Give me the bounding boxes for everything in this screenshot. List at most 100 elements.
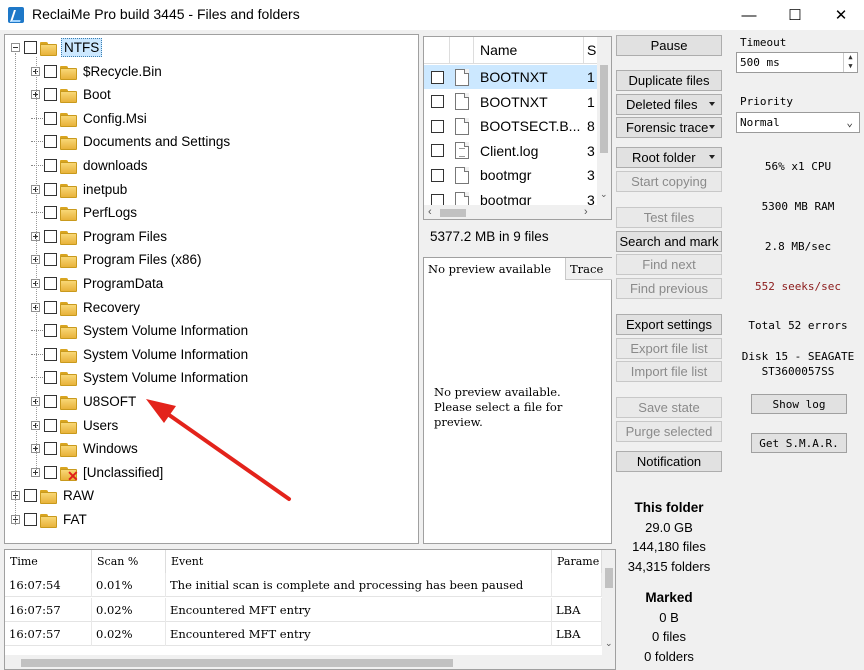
file-checkbox[interactable] (431, 119, 444, 133)
log-vscroll[interactable]: ⌄ (602, 550, 615, 655)
tree-item[interactable]: System Volume Information (31, 343, 250, 366)
forensic-trace-dropdown[interactable]: Forensic trace (616, 117, 722, 138)
tree-item[interactable]: Documents and Settings (31, 130, 232, 153)
tree-checkbox[interactable] (44, 418, 57, 432)
file-row[interactable]: Client.log 3 (424, 139, 599, 163)
event-log[interactable]: Time Scan % Event Parame 16:07:54 0.01% Th… (4, 549, 616, 670)
maximize-button[interactable]: ☐ (772, 0, 818, 30)
file-row[interactable]: bootmgr 3 (424, 163, 599, 187)
tab-trace[interactable]: Trace (565, 258, 612, 280)
tree-checkbox[interactable] (44, 371, 57, 385)
tree-checkbox[interactable] (44, 88, 57, 102)
tree-item[interactable]: PerfLogs (31, 201, 139, 224)
tree-item[interactable]: U8SOFT (31, 390, 138, 413)
tree-item[interactable]: Program Files (31, 225, 169, 248)
tree-checkbox[interactable] (44, 206, 57, 220)
tree-item[interactable]: Boot (31, 83, 113, 106)
folder-tree[interactable]: NTFS $Recycle.Bin Boot Config.Msi Documents … (4, 34, 419, 544)
search-and-mark-button[interactable]: Search and mark (616, 231, 722, 252)
tree-checkbox[interactable] (24, 489, 37, 503)
tree-checkbox[interactable] (44, 64, 57, 78)
collapse-icon[interactable] (11, 43, 20, 52)
file-list-vscroll[interactable]: ⌄ (597, 37, 611, 205)
tree-checkbox[interactable] (44, 229, 57, 243)
scroll-down-icon[interactable]: ⌄ (605, 638, 613, 649)
tree-item[interactable]: System Volume Information (31, 319, 250, 342)
tree-item[interactable]: Config.Msi (31, 107, 149, 130)
tree-checkbox[interactable] (24, 41, 37, 54)
tree-checkbox[interactable] (44, 300, 57, 314)
scroll-down-icon[interactable]: ⌄ (600, 189, 608, 200)
priority-select[interactable]: Normal ⌄ (736, 112, 860, 133)
tree-item[interactable]: inetpub (31, 178, 129, 201)
file-row[interactable]: BOOTSECT.B... 8 (424, 114, 599, 138)
file-list[interactable]: Name S BOOTNXT 1 BOOTNXT 1 BOOTSECT.B... 8 Cli… (423, 36, 612, 220)
timeout-spinner[interactable]: 500 ms ▲ ▼ (736, 52, 858, 73)
tree-item[interactable]: Windows (31, 437, 140, 460)
tree-checkbox[interactable] (44, 324, 57, 338)
tree-checkbox[interactable] (44, 182, 57, 196)
export-file-list-button[interactable]: Export file list (616, 338, 722, 359)
tree-checkbox[interactable] (44, 159, 57, 172)
file-checkbox[interactable] (431, 95, 444, 109)
tree-item[interactable]: NTFS (11, 36, 103, 59)
spinner-arrows-icon[interactable]: ▲ ▼ (843, 53, 857, 72)
tree-item[interactable]: FAT (11, 508, 89, 531)
file-checkbox[interactable] (431, 144, 444, 158)
pause-button[interactable]: Pause (616, 35, 722, 56)
minimize-button[interactable]: — (726, 0, 772, 30)
duplicate-files-button[interactable]: Duplicate files (616, 70, 722, 91)
tab-preview[interactable]: No preview available (424, 258, 565, 280)
scroll-right-icon[interactable]: › (584, 206, 588, 218)
tree-item[interactable]: downloads (31, 154, 150, 177)
tree-checkbox[interactable] (24, 513, 37, 526)
column-header-name[interactable]: Name (474, 37, 584, 64)
show-log-button[interactable]: Show log (751, 394, 847, 414)
log-row[interactable]: 16:07:57 0.02% Encountered MFT entry LBA (5, 622, 602, 646)
test-files-button[interactable]: Test files (616, 207, 722, 228)
save-state-button[interactable]: Save state (616, 397, 722, 418)
find-next-button[interactable]: Find next (616, 254, 722, 275)
deleted-files-dropdown[interactable]: Deleted files (616, 94, 722, 115)
tree-item[interactable]: Program Files (x86) (31, 248, 204, 271)
find-previous-button[interactable]: Find previous (616, 278, 722, 299)
start-copying-button[interactable]: Start copying (616, 171, 722, 192)
log-hscroll[interactable] (5, 655, 615, 669)
tree-item[interactable]: ProgramData (31, 272, 165, 295)
file-checkbox[interactable] (431, 168, 444, 182)
tree-checkbox[interactable] (44, 277, 57, 290)
log-header-event[interactable]: Event (166, 550, 552, 573)
get-smart-button[interactable]: Get S.M.A.R. (751, 433, 847, 453)
tree-item[interactable]: RAW (11, 484, 96, 507)
file-checkbox[interactable] (431, 70, 444, 84)
tree-checkbox[interactable] (44, 253, 57, 267)
tree-item[interactable]: Users (31, 414, 120, 437)
export-settings-button[interactable]: Export settings (616, 314, 722, 335)
tree-item[interactable]: System Volume Information (31, 366, 250, 389)
tree-checkbox[interactable] (44, 135, 57, 149)
tree-checkbox[interactable] (44, 442, 57, 456)
tree-item[interactable]: ✕ [Unclassified] (31, 461, 165, 484)
file-row[interactable]: BOOTNXT 1 (424, 90, 599, 114)
file-row[interactable]: BOOTNXT 1 (424, 65, 599, 89)
notification-button[interactable]: Notification (616, 451, 722, 472)
close-button[interactable]: ✕ (818, 0, 864, 30)
column-header-check[interactable] (424, 37, 450, 64)
tree-item[interactable]: $Recycle.Bin (31, 60, 164, 83)
log-row[interactable]: 16:07:54 0.01% The initial scan is complet… (5, 573, 602, 597)
tree-checkbox[interactable] (44, 395, 57, 408)
log-row[interactable]: 16:07:57 0.02% Encountered MFT entry LBA (5, 597, 602, 622)
log-header-param[interactable]: Parame (552, 550, 602, 573)
log-header-scan[interactable]: Scan % (92, 550, 166, 573)
scroll-left-icon[interactable]: ‹ (428, 206, 432, 218)
tree-checkbox[interactable] (44, 465, 57, 479)
import-file-list-button[interactable]: Import file list (616, 361, 722, 382)
root-folder-dropdown[interactable]: Root folder (616, 147, 722, 168)
purge-selected-button[interactable]: Purge selected (616, 421, 722, 442)
column-header-icon[interactable] (450, 37, 474, 64)
log-header-time[interactable]: Time (5, 550, 92, 573)
file-list-hscroll[interactable]: ‹ › (424, 205, 611, 219)
tree-item[interactable]: Recovery (31, 296, 142, 319)
tree-checkbox[interactable] (44, 111, 57, 125)
tree-checkbox[interactable] (44, 347, 57, 361)
